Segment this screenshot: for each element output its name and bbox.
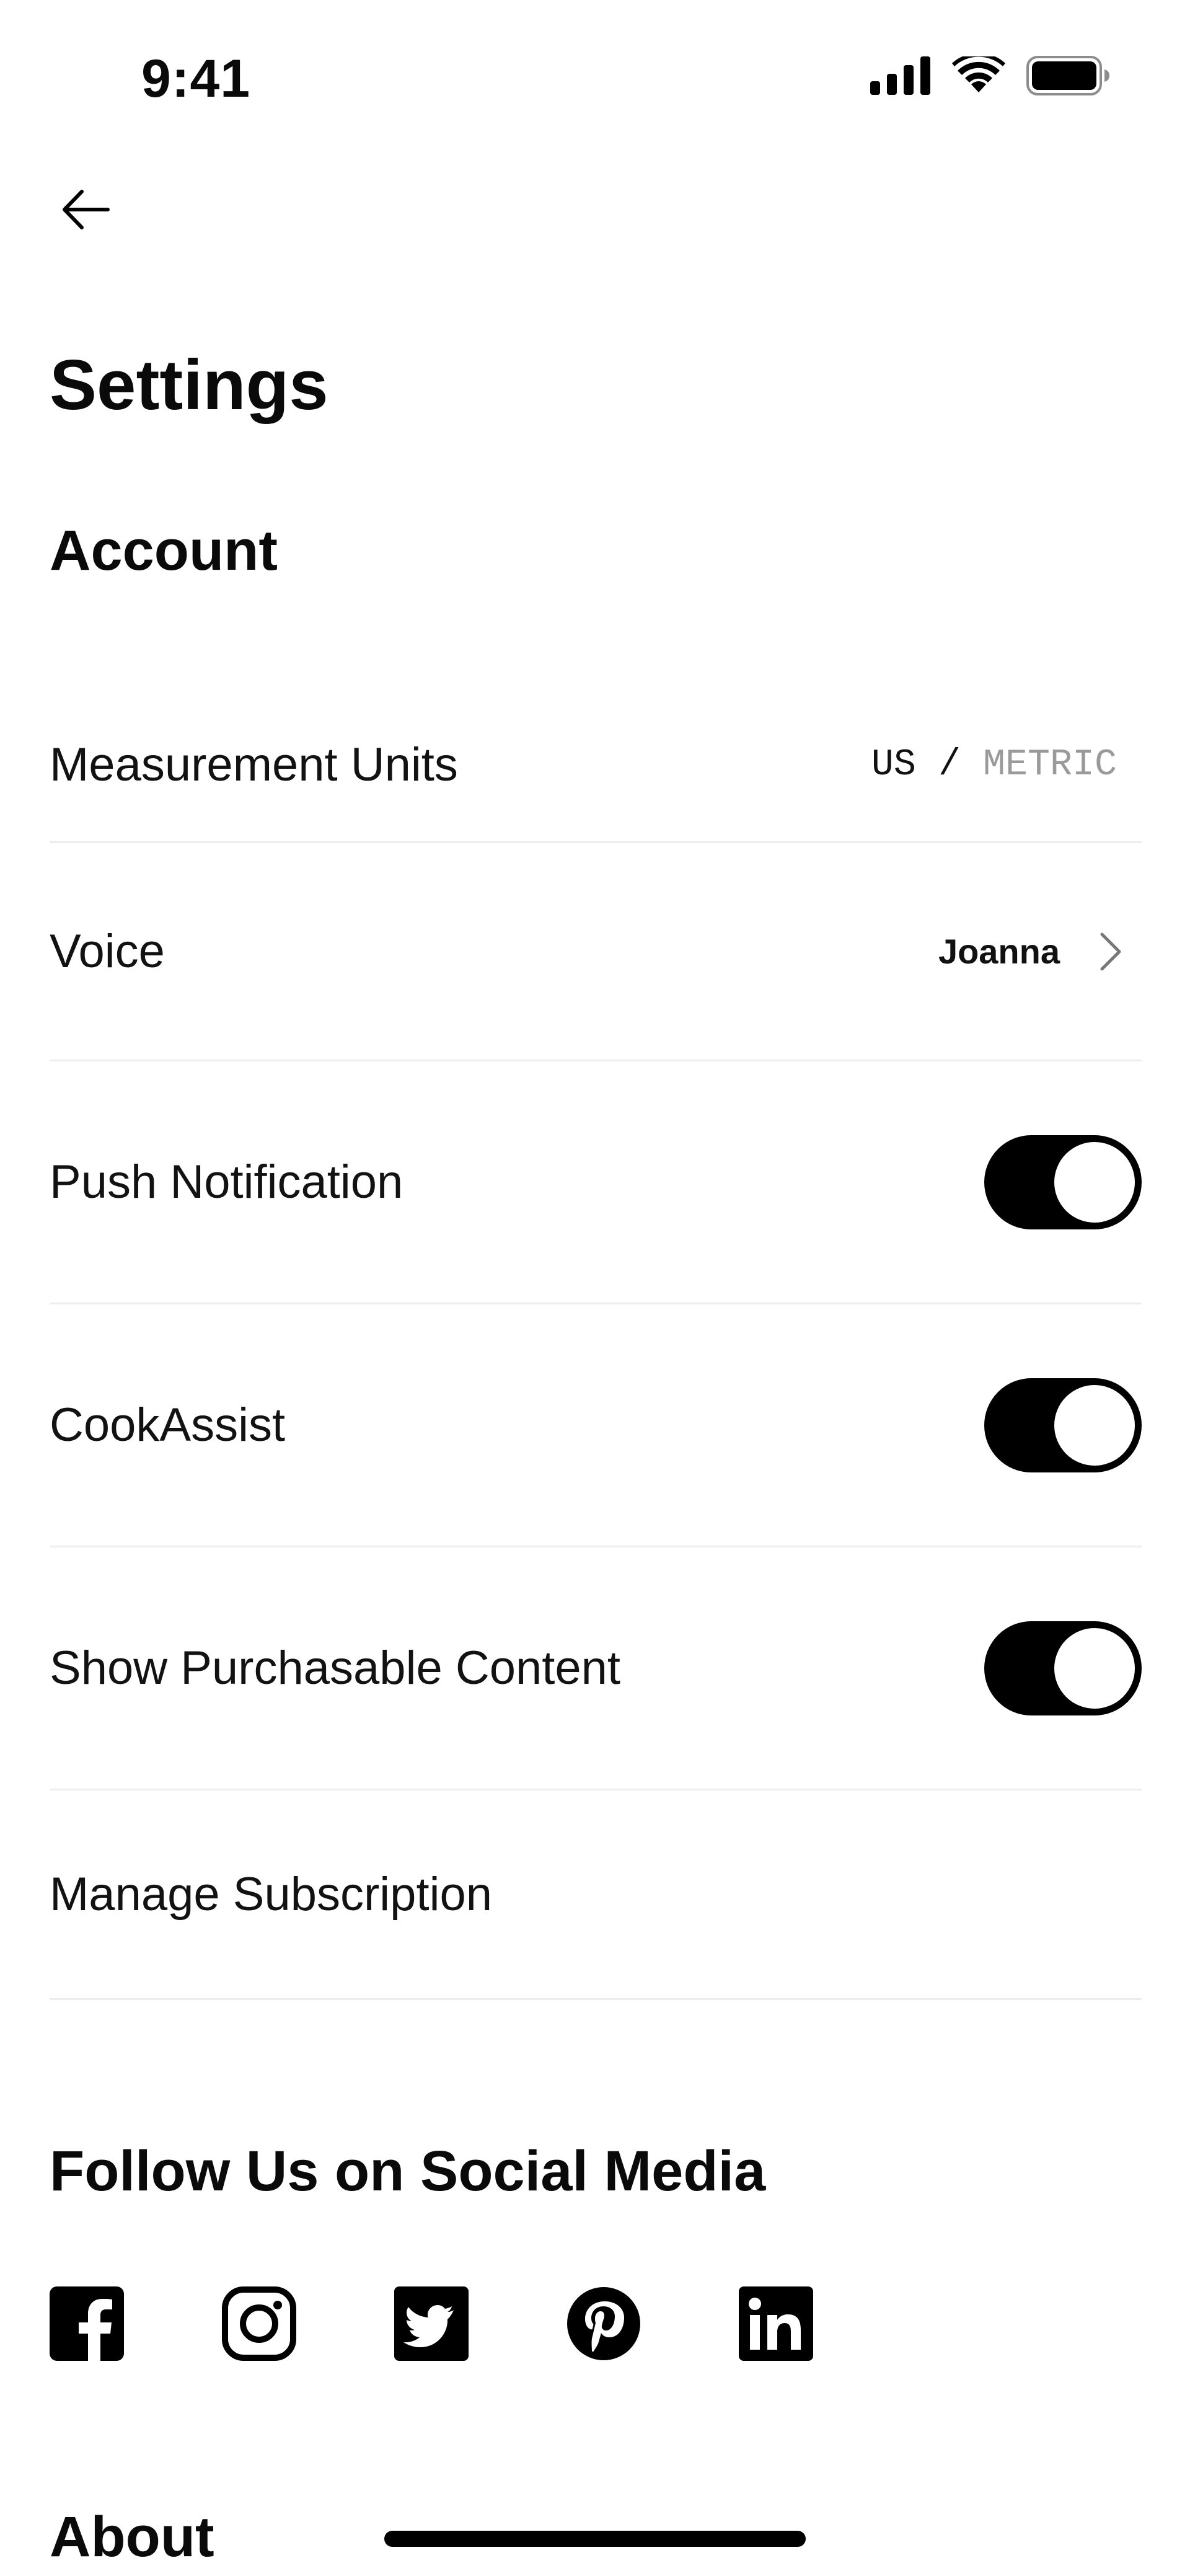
- account-section-title: Account: [50, 519, 278, 582]
- cookassist-row: CookAssist: [50, 1304, 1142, 1547]
- voice-label: Voice: [50, 925, 165, 978]
- back-button[interactable]: [60, 184, 112, 236]
- settings-screen: 9:41 Settings Account Measurement Units: [0, 0, 1190, 2576]
- cellular-signal-icon: [870, 56, 930, 95]
- home-indicator[interactable]: [384, 2531, 806, 2547]
- manage-subscription-label: Manage Subscription: [50, 1868, 492, 1921]
- push-notification-toggle[interactable]: [984, 1135, 1142, 1229]
- cookassist-toggle[interactable]: [984, 1378, 1142, 1472]
- instagram-icon[interactable]: [222, 2286, 296, 2361]
- voice-row[interactable]: Voice Joanna: [50, 843, 1142, 1061]
- purchasable-content-row: Show Purchasable Content: [50, 1547, 1142, 1790]
- cookassist-label: CookAssist: [50, 1399, 286, 1451]
- purchasable-content-label: Show Purchasable Content: [50, 1642, 621, 1694]
- toggle-knob: [1051, 1381, 1138, 1469]
- measurement-units-label: Measurement Units: [50, 738, 458, 791]
- battery-icon: [1026, 56, 1109, 95]
- about-section-title: About: [50, 2505, 214, 2569]
- page-title: Settings: [50, 346, 328, 425]
- wifi-icon: [952, 56, 1005, 92]
- units-option-metric[interactable]: METRIC: [983, 744, 1117, 786]
- chevron-right-icon: [1100, 932, 1121, 970]
- toggle-knob: [1051, 1624, 1138, 1712]
- arrow-left-icon: [63, 190, 110, 229]
- manage-subscription-row[interactable]: Manage Subscription: [50, 1790, 1142, 2000]
- units-toggle: US / METRIC: [871, 744, 1117, 786]
- toggle-knob: [1051, 1138, 1138, 1226]
- units-option-us[interactable]: US: [871, 744, 916, 786]
- push-notification-label: Push Notification: [50, 1156, 403, 1208]
- facebook-icon[interactable]: [50, 2286, 124, 2361]
- social-section-title: Follow Us on Social Media: [50, 2140, 766, 2203]
- purchasable-content-toggle[interactable]: [984, 1621, 1142, 1715]
- twitter-icon[interactable]: [394, 2286, 469, 2361]
- measurement-units-row: Measurement Units US / METRIC: [50, 688, 1142, 843]
- voice-value: Joanna: [938, 932, 1060, 971]
- push-notification-row: Push Notification: [50, 1061, 1142, 1304]
- pinterest-icon[interactable]: [566, 2286, 641, 2361]
- units-separator: /: [938, 743, 961, 786]
- linkedin-icon[interactable]: [739, 2286, 813, 2361]
- status-time: 9:41: [141, 49, 251, 108]
- social-icons: [50, 2286, 813, 2361]
- status-icons: [870, 56, 1109, 95]
